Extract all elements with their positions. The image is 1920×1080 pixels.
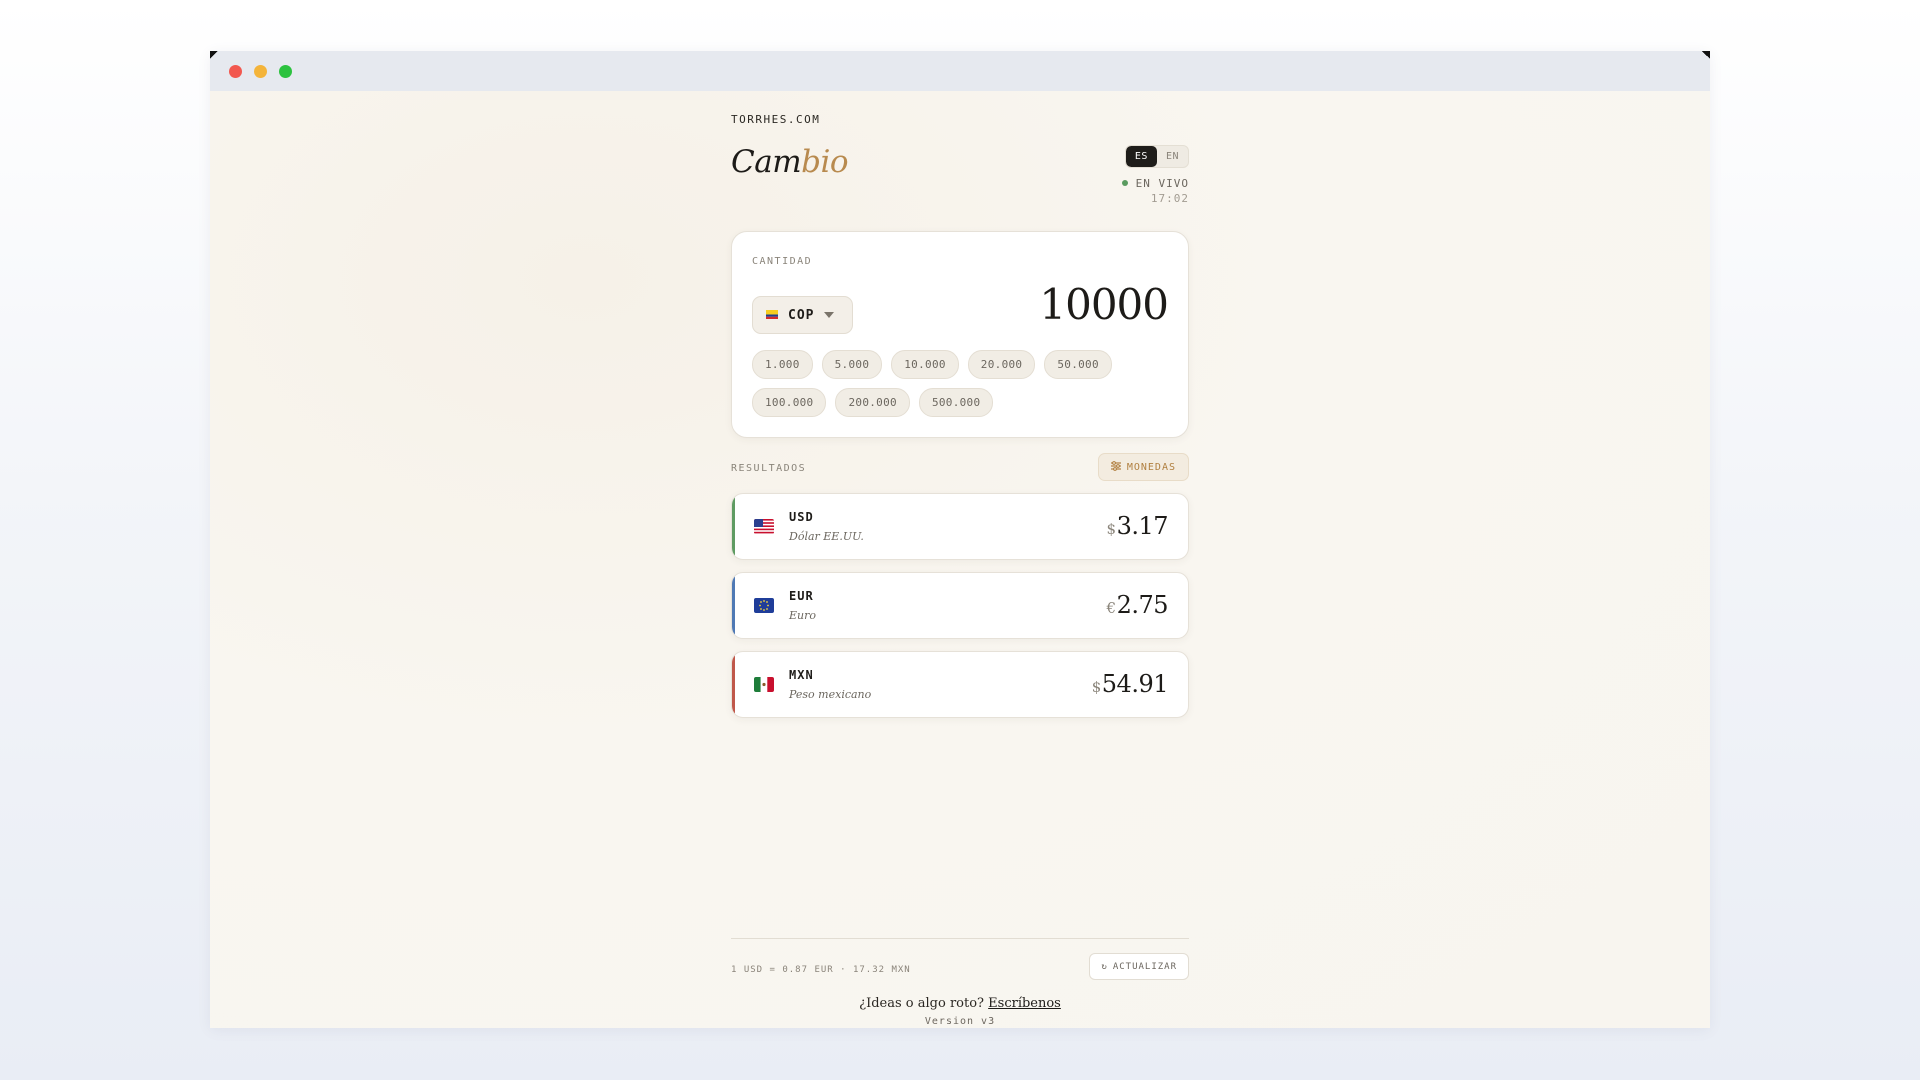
refresh-icon: ↻: [1101, 961, 1108, 972]
preset-chip[interactable]: 200.000: [835, 388, 910, 417]
footer-divider: [731, 938, 1189, 939]
minimize-window-button[interactable]: [254, 64, 267, 78]
language-switcher: ES EN: [1124, 145, 1189, 168]
currencies-button[interactable]: MONEDAS: [1097, 453, 1189, 481]
preset-chip[interactable]: 1.000: [752, 350, 813, 379]
live-dot-icon: [1121, 180, 1128, 186]
result-card-usd: USD Dólar EE.UU. $3.17: [731, 493, 1189, 560]
currency-symbol: $: [1106, 520, 1117, 538]
amount-presets: 1.000 5.000 10.000 20.000 50.000 100.000…: [752, 350, 1172, 417]
preset-chip[interactable]: 20.000: [967, 350, 1036, 379]
amount-card: CANTIDAD COP 10000 1.000 5.000 10.000 20…: [731, 231, 1189, 438]
result-accent-bar: [732, 494, 735, 559]
result-accent-bar: [732, 652, 735, 717]
result-code: EUR: [789, 589, 814, 603]
result-code: USD: [789, 510, 814, 524]
eu-flag-icon: [754, 598, 774, 613]
preset-chip[interactable]: 500.000: [918, 388, 994, 417]
result-name: Euro: [789, 609, 816, 622]
feedback-line: ¿Ideas o algo roto? Escríbenos: [731, 996, 1189, 1011]
window-corner: [1702, 51, 1710, 59]
currency-code: COP: [788, 307, 815, 323]
logo-text: Cam: [731, 144, 802, 180]
results-label: RESULTADOS: [731, 463, 807, 474]
result-value: $54.91: [1091, 670, 1169, 698]
currency-select[interactable]: COP: [752, 296, 853, 334]
result-amount: 2.75: [1116, 591, 1169, 619]
live-label: EN VIVO: [1135, 177, 1189, 190]
preset-chip[interactable]: 50.000: [1044, 350, 1112, 379]
result-value: $3.17: [1106, 512, 1169, 540]
browser-window: TORRHES.COM Cambio ES EN EN VIVO 17:02 C…: [210, 51, 1710, 1028]
logo-accent-text: bio: [801, 144, 849, 180]
preset-chip[interactable]: 10.000: [891, 350, 959, 379]
result-value: €2.75: [1106, 591, 1169, 619]
currency-symbol: €: [1106, 599, 1117, 617]
sliders-icon: [1110, 460, 1121, 474]
amount-input[interactable]: 10000: [1039, 280, 1169, 329]
refresh-button-label: ACTUALIZAR: [1112, 961, 1177, 972]
usa-flag-icon: [754, 519, 774, 534]
currency-symbol: $: [1091, 678, 1102, 696]
refresh-button[interactable]: ↻ ACTUALIZAR: [1089, 953, 1189, 980]
page-content: TORRHES.COM Cambio ES EN EN VIVO 17:02 C…: [210, 91, 1710, 1028]
lang-en-button[interactable]: EN: [1157, 146, 1188, 167]
feedback-link[interactable]: Escríbenos: [988, 996, 1061, 1011]
result-name: Peso mexicano: [789, 688, 872, 701]
mexico-flag-icon: [754, 677, 774, 692]
maximize-window-button[interactable]: [279, 64, 292, 78]
result-name: Dólar EE.UU.: [789, 530, 864, 543]
site-brand[interactable]: TORRHES.COM: [731, 113, 820, 126]
result-card-eur: EUR Euro €2.75: [731, 572, 1189, 639]
result-card-mxn: MXN Peso mexicano $54.91: [731, 651, 1189, 718]
colombia-flag-icon: [766, 306, 778, 324]
currencies-button-label: MONEDAS: [1126, 461, 1176, 473]
result-amount: 54.91: [1101, 670, 1169, 698]
close-window-button[interactable]: [229, 64, 242, 78]
version-label: Version v3: [924, 1016, 996, 1027]
preset-chip[interactable]: 5.000: [821, 350, 883, 379]
result-amount: 3.17: [1116, 512, 1169, 540]
window-titlebar: [210, 51, 1710, 91]
app-column: TORRHES.COM Cambio ES EN EN VIVO 17:02 C…: [731, 91, 1189, 1028]
app-logo: Cambio: [731, 144, 849, 180]
live-status: EN VIVO 17:02: [1121, 176, 1189, 206]
lang-es-button[interactable]: ES: [1125, 146, 1157, 167]
result-accent-bar: [732, 573, 735, 638]
amount-label: CANTIDAD: [752, 256, 813, 267]
preset-chip[interactable]: 100.000: [752, 388, 827, 417]
feedback-text: ¿Ideas o algo roto?: [859, 996, 985, 1011]
exchange-rates-summary: 1 USD = 0.87 EUR · 17.32 MXN: [731, 965, 911, 975]
window-corner: [210, 51, 218, 59]
result-code: MXN: [789, 668, 814, 682]
chevron-down-icon: [824, 312, 835, 318]
live-time: 17:02: [1150, 192, 1189, 205]
